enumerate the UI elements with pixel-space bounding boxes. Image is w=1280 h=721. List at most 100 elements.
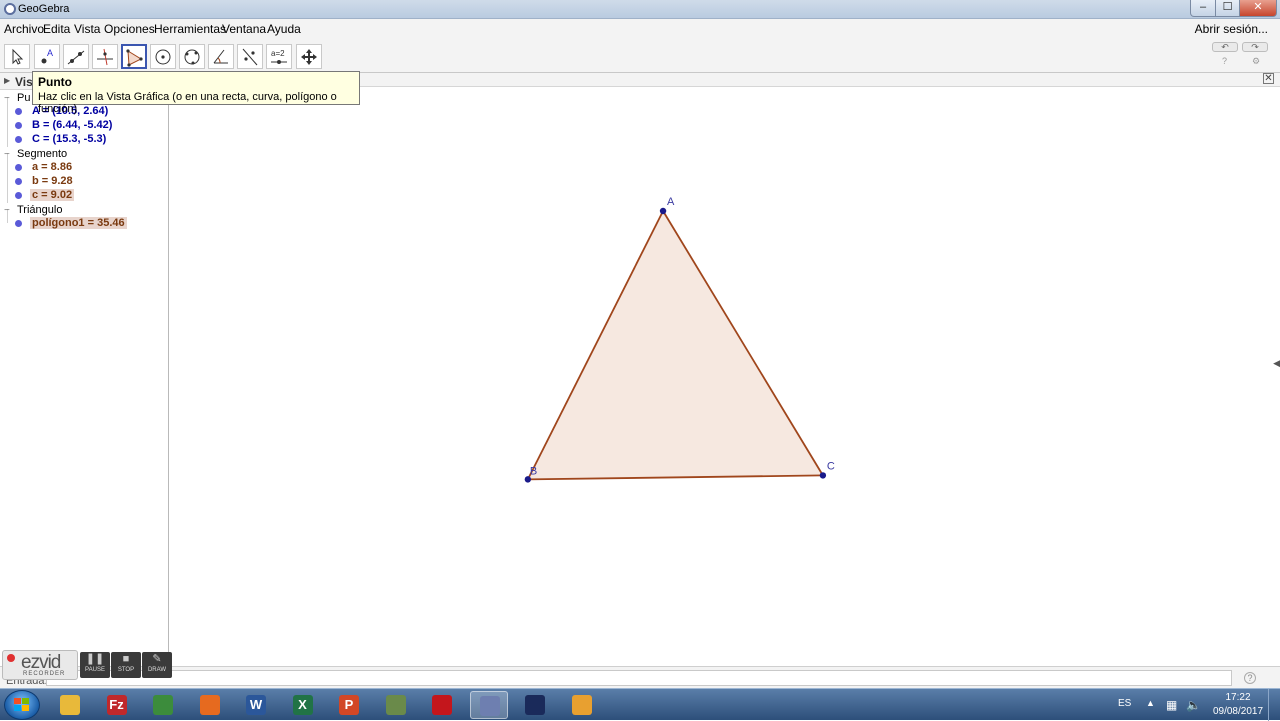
settings-gear-icon[interactable]: ⚙ bbox=[1252, 56, 1260, 67]
visibility-dot-icon[interactable] bbox=[15, 136, 22, 143]
maximize-button[interactable]: ☐ bbox=[1215, 0, 1240, 17]
visibility-dot-icon[interactable] bbox=[15, 192, 22, 199]
point-C[interactable] bbox=[819, 472, 827, 479]
taskbar-app-game[interactable] bbox=[377, 691, 415, 719]
taskbar-app-powerpoint[interactable]: P bbox=[330, 691, 368, 719]
network-icon[interactable]: ▦ bbox=[1166, 698, 1177, 712]
graphics-canvas[interactable]: A B C bbox=[170, 73, 1280, 666]
toolbar: A a=2 ↶ ↷ ? ⚙ bbox=[0, 39, 1280, 73]
clock-date[interactable]: 09/08/2017 bbox=[1209, 706, 1267, 717]
visibility-dot-icon[interactable] bbox=[15, 178, 22, 185]
ezvid-pause-button[interactable]: ❚❚ PAUSE bbox=[80, 652, 110, 678]
tool-slider[interactable]: a=2 bbox=[266, 44, 292, 69]
conic-icon bbox=[184, 49, 200, 65]
point-A[interactable] bbox=[659, 207, 667, 215]
menu-ventana[interactable]: Ventana bbox=[222, 22, 266, 36]
category-triangle[interactable]: Triángulo bbox=[17, 204, 62, 216]
tool-tooltip: Punto Haz clic en la Vista Gráfica (o en… bbox=[32, 71, 360, 115]
taskbar: Fz W X P ES ▲ ▦ 🔈 17:22 09/08/2017 bbox=[0, 688, 1280, 721]
algebra-item-C[interactable]: C = (15.3, -5.3) bbox=[30, 133, 108, 145]
menu-ayuda[interactable]: Ayuda bbox=[267, 22, 301, 36]
ezvid-stop-label: STOP bbox=[117, 667, 135, 673]
collapse-minus-icon[interactable]: − bbox=[4, 149, 10, 160]
visibility-dot-icon[interactable] bbox=[15, 220, 22, 227]
tool-polygon[interactable] bbox=[121, 44, 147, 69]
taskbar-app-acrobat[interactable] bbox=[423, 691, 461, 719]
point-icon: A bbox=[41, 48, 53, 64]
tool-line[interactable] bbox=[63, 44, 89, 69]
taskbar-app-geogebra[interactable] bbox=[469, 691, 508, 719]
ezvid-stop-button[interactable]: ■ STOP bbox=[111, 652, 141, 678]
clock-time[interactable]: 17:22 bbox=[1215, 692, 1261, 703]
geogebra-icon bbox=[479, 696, 500, 716]
algebra-item-b[interactable]: b = 9.28 bbox=[30, 175, 75, 187]
volume-icon[interactable]: 🔈 bbox=[1186, 698, 1201, 712]
algebra-item-c[interactable]: c = 9.02 bbox=[30, 189, 75, 201]
menu-archivo[interactable]: Archivo bbox=[4, 22, 44, 36]
scratch-cat-icon bbox=[571, 695, 592, 715]
minimize-button[interactable]: – bbox=[1190, 0, 1216, 17]
help-icon[interactable]: ? bbox=[1222, 56, 1227, 66]
perpendicular-line-icon bbox=[97, 48, 113, 66]
algebra-item-B[interactable]: B = (6.44, -5.42) bbox=[30, 119, 114, 131]
title-bar: GeoGebra – ☐ ✕ bbox=[0, 0, 1280, 19]
redo-button[interactable]: ↷ bbox=[1242, 42, 1268, 52]
excel-icon: X bbox=[292, 695, 313, 715]
tree-line bbox=[7, 153, 8, 203]
ezvid-draw-button[interactable]: ✎ DRAW bbox=[142, 652, 172, 678]
svg-text:A: A bbox=[47, 48, 53, 58]
visibility-dot-icon[interactable] bbox=[15, 122, 22, 129]
language-indicator[interactable]: ES bbox=[1118, 698, 1131, 709]
tool-circle[interactable] bbox=[150, 44, 176, 69]
geogebra-app-icon bbox=[4, 3, 16, 15]
angle-icon bbox=[213, 49, 228, 64]
taskbar-app-excel[interactable]: X bbox=[284, 691, 322, 719]
collapse-minus-icon[interactable]: − bbox=[4, 205, 10, 216]
category-points[interactable]: Pu bbox=[17, 92, 30, 104]
tool-reflect[interactable] bbox=[237, 44, 263, 69]
pencil-icon: ✎ bbox=[152, 653, 162, 665]
visibility-dot-icon[interactable] bbox=[15, 108, 22, 115]
taskbar-app-sketch[interactable] bbox=[516, 691, 554, 719]
graphics-view[interactable]: ✕ A B C ◀ bbox=[170, 73, 1280, 666]
svg-text:a=2: a=2 bbox=[271, 49, 285, 58]
menu-opciones[interactable]: Opciones bbox=[104, 22, 155, 36]
pdf-icon bbox=[432, 695, 452, 715]
visibility-dot-icon[interactable] bbox=[15, 164, 22, 171]
triangle-polygon[interactable] bbox=[527, 210, 823, 480]
input-field[interactable] bbox=[46, 670, 1232, 686]
show-hidden-icons-icon[interactable]: ▲ bbox=[1146, 698, 1155, 708]
tool-move[interactable] bbox=[4, 44, 30, 69]
taskbar-app-filezilla[interactable]: Fz bbox=[98, 691, 136, 719]
algebra-item-polygon1[interactable]: polígono1 = 35.46 bbox=[30, 217, 127, 229]
tool-angle[interactable] bbox=[208, 44, 234, 69]
filezilla-icon: Fz bbox=[106, 695, 127, 715]
powerpoint-icon: P bbox=[339, 695, 359, 715]
algebra-item-a[interactable]: a = 8.86 bbox=[30, 161, 74, 173]
collapse-panel-arrow-icon[interactable]: ◀ bbox=[1273, 358, 1280, 369]
undo-button[interactable]: ↶ bbox=[1212, 42, 1238, 52]
point-label-A: A bbox=[667, 196, 675, 208]
show-desktop-button[interactable] bbox=[1268, 689, 1280, 721]
login-link[interactable]: Abrir sesión... bbox=[1195, 22, 1268, 36]
collapse-minus-icon[interactable]: − bbox=[4, 93, 10, 104]
menu-vista[interactable]: Vista bbox=[74, 22, 100, 36]
collapse-triangle-icon[interactable]: ▶ bbox=[4, 76, 10, 85]
taskbar-app-scratch[interactable] bbox=[563, 691, 601, 719]
menu-herramientas[interactable]: Herramientas bbox=[154, 22, 226, 36]
taskbar-app-word[interactable]: W bbox=[237, 691, 275, 719]
system-tray: ES ▲ ▦ 🔈 17:22 09/08/2017 bbox=[1110, 689, 1280, 721]
tool-conic[interactable] bbox=[179, 44, 205, 69]
menu-edita[interactable]: Edita bbox=[43, 22, 70, 36]
ezvid-draw-label: DRAW bbox=[147, 667, 167, 673]
tool-move-graphics-view[interactable] bbox=[296, 44, 322, 69]
start-button[interactable] bbox=[4, 690, 40, 720]
tool-perpendicular[interactable] bbox=[92, 44, 118, 69]
close-window-button[interactable]: ✕ bbox=[1239, 0, 1277, 17]
input-help-icon[interactable]: ? bbox=[1244, 672, 1256, 684]
taskbar-app-firefox[interactable] bbox=[191, 691, 229, 719]
taskbar-app-explorer[interactable] bbox=[51, 691, 89, 719]
tool-point[interactable]: A bbox=[34, 44, 60, 69]
taskbar-app-chrome[interactable] bbox=[144, 691, 182, 719]
category-segments[interactable]: Segmento bbox=[17, 148, 67, 160]
